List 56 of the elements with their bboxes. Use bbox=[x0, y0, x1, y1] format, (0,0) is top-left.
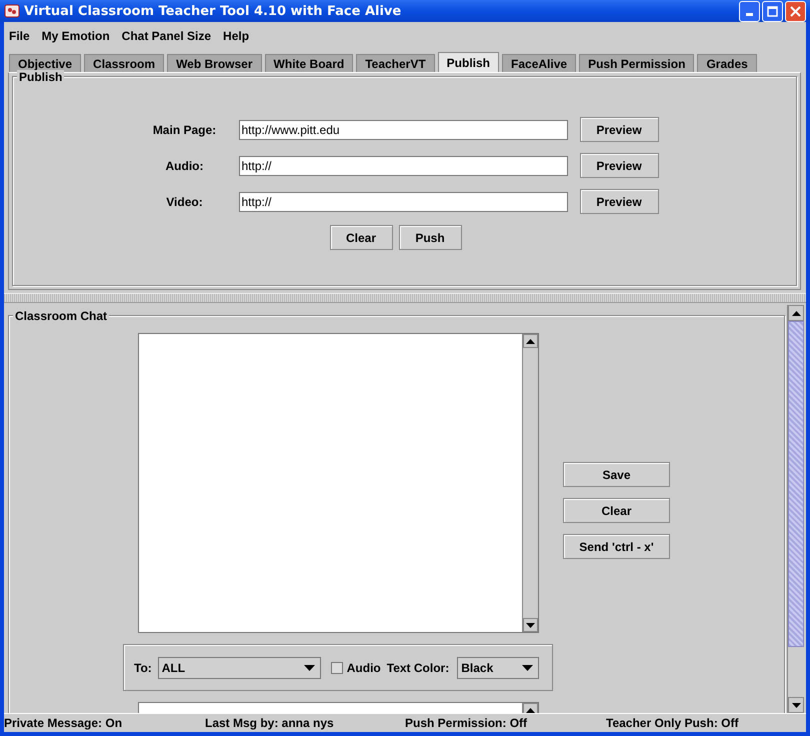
status-text: Private Message: On bbox=[4, 716, 124, 730]
group-title: Classroom Chat bbox=[13, 309, 110, 323]
tab[interactable]: Push Permission bbox=[579, 54, 694, 72]
preview-button[interactable]: Preview bbox=[580, 117, 658, 142]
to-label: To: bbox=[134, 660, 152, 674]
action-button[interactable]: Push bbox=[398, 225, 462, 250]
scroll-up-icon[interactable] bbox=[523, 334, 538, 348]
menu-item[interactable]: Chat Panel Size bbox=[122, 29, 212, 43]
scrollbar[interactable] bbox=[787, 305, 804, 713]
close-icon bbox=[790, 6, 801, 16]
action-button[interactable]: Clear bbox=[330, 225, 392, 250]
preview-button[interactable]: Preview bbox=[580, 189, 658, 214]
tab[interactable]: Publish bbox=[438, 52, 500, 72]
tab[interactable]: White Board bbox=[264, 54, 354, 72]
minimize-icon bbox=[746, 12, 753, 16]
menu-item[interactable]: My Emotion bbox=[42, 29, 110, 43]
scroll-thumb[interactable] bbox=[788, 321, 804, 647]
window-title: Virtual Classroom Teacher Tool 4.10 with Face Alive bbox=[24, 4, 402, 18]
url-field[interactable]: http:// bbox=[238, 192, 568, 212]
tab[interactable]: Objective bbox=[9, 54, 82, 72]
menu-item[interactable]: File bbox=[9, 29, 30, 43]
tab[interactable]: Grades bbox=[697, 54, 757, 72]
caret-icon bbox=[522, 664, 534, 670]
scrollbar[interactable] bbox=[522, 334, 538, 632]
caret-icon bbox=[304, 664, 315, 670]
url-field[interactable]: http:// bbox=[238, 156, 568, 176]
status-text: Last Msg by: anna nys bbox=[205, 716, 335, 730]
maximize-icon bbox=[767, 6, 778, 16]
scroll-up-icon[interactable] bbox=[788, 305, 804, 321]
menu-item[interactable]: Help bbox=[223, 29, 250, 43]
preview-button[interactable]: Preview bbox=[580, 153, 658, 178]
field-label: Main Page: bbox=[152, 122, 218, 136]
field-label: Video: bbox=[165, 194, 204, 208]
color-label: Text Color: bbox=[386, 660, 450, 674]
audio-checkbox[interactable] bbox=[330, 662, 343, 674]
minimize-button[interactable] bbox=[739, 0, 760, 22]
close-button[interactable] bbox=[785, 0, 806, 22]
field-label: Audio: bbox=[164, 158, 204, 172]
url-field[interactable]: http://www.pitt.edu bbox=[238, 120, 568, 140]
checkbox-label: Audio bbox=[346, 660, 381, 674]
group-title: Publish bbox=[17, 70, 64, 84]
chat-button[interactable]: Clear bbox=[563, 498, 670, 523]
status-text: Push Permission: Off bbox=[405, 716, 528, 730]
tab[interactable]: Classroom bbox=[84, 54, 164, 72]
tab[interactable]: Web Browser bbox=[167, 54, 262, 72]
color-dropdown[interactable]: Black bbox=[457, 656, 540, 678]
maximize-button[interactable] bbox=[762, 0, 783, 22]
recipient-dropdown[interactable]: ALL bbox=[158, 656, 321, 678]
app-icon bbox=[4, 3, 20, 19]
tab[interactable]: FaceAlive bbox=[502, 54, 576, 72]
scroll-down-icon[interactable] bbox=[523, 618, 538, 632]
tab[interactable]: TeacherVT bbox=[356, 54, 435, 72]
chat-button[interactable]: Save bbox=[563, 462, 670, 487]
status-text: Teacher Only Push: Off bbox=[606, 716, 740, 730]
scroll-down-icon[interactable] bbox=[788, 697, 804, 713]
chat-button[interactable]: Send 'ctrl - x' bbox=[563, 534, 670, 559]
